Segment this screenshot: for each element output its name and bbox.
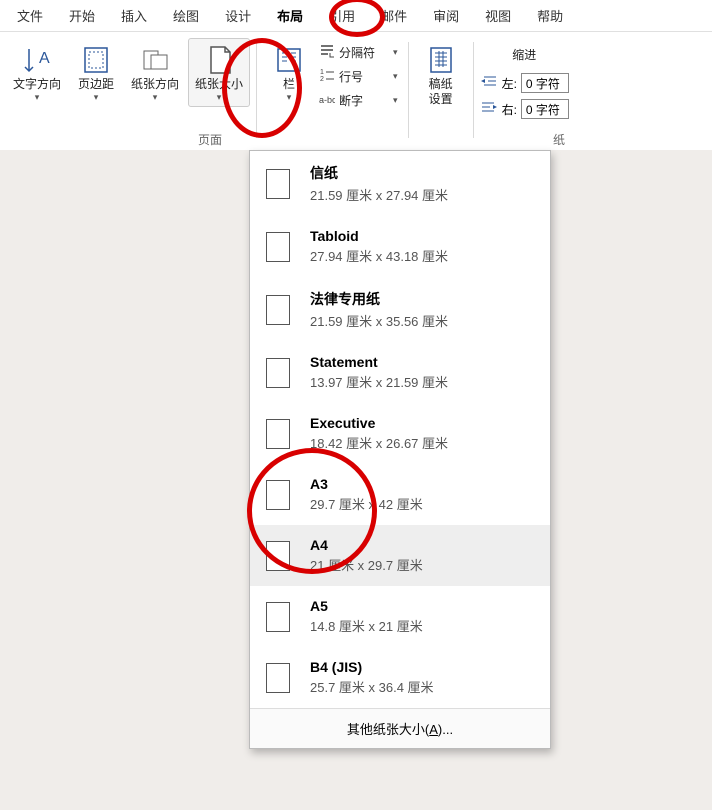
manuscript-button[interactable]: 稿纸 设置 <box>415 38 467 110</box>
paper-size-option[interactable]: A5 14.8 厘米 x 21 厘米 <box>250 586 550 647</box>
svg-text:2: 2 <box>320 76 324 83</box>
paper-size-option[interactable]: 法律专用纸 21.59 厘米 x 35.56 厘米 <box>250 277 550 342</box>
paper-size-name: A4 <box>310 537 423 553</box>
ribbon-group-label-paper: 纸 <box>553 131 565 148</box>
paper-size-option[interactable]: A3 29.7 厘米 x 42 厘米 <box>250 464 550 525</box>
chevron-down-icon: ▾ <box>217 92 222 104</box>
ribbon-group-label-page-setup: 页面 <box>198 131 222 148</box>
paper-size-name: 法律专用纸 <box>310 289 448 309</box>
orientation-icon <box>140 43 170 77</box>
svg-text:A: A <box>39 50 50 67</box>
indent-left-label: 左: <box>502 75 517 92</box>
paper-size-list[interactable]: 信纸 21.59 厘米 x 27.94 厘米 Tabloid 27.94 厘米 x 4… <box>250 151 550 708</box>
svg-text:a-: a- <box>319 95 327 105</box>
page-icon <box>266 295 290 325</box>
menu-item-home[interactable]: 开始 <box>56 0 108 31</box>
chevron-down-icon: ▾ <box>35 92 40 104</box>
ribbon-layout: A 文字方向 ▾ 页边距 ▾ 纸张方向 ▾ <box>0 32 712 150</box>
indent-right-icon <box>480 101 498 118</box>
paper-size-name: A3 <box>310 476 423 492</box>
breaks-button[interactable]: 分隔符 ▾ <box>315 40 402 64</box>
svg-text:1: 1 <box>320 69 324 76</box>
page-icon <box>266 480 290 510</box>
indent-left-icon <box>480 75 498 92</box>
ribbon-separator <box>256 42 257 138</box>
chevron-down-icon: ▾ <box>393 95 398 106</box>
chevron-down-icon: ▾ <box>94 92 99 104</box>
paper-size-dims: 21.59 厘米 x 27.94 厘米 <box>310 185 448 204</box>
ribbon-separator <box>408 42 409 138</box>
menu-item-review[interactable]: 审阅 <box>420 0 472 31</box>
page-icon <box>266 358 290 388</box>
paper-size-icon <box>204 43 234 77</box>
page-icon <box>266 419 290 449</box>
paper-size-dims: 21.59 厘米 x 35.56 厘米 <box>310 311 448 330</box>
indent-right-label: 右: <box>502 101 517 118</box>
margins-button[interactable]: 页边距 ▾ <box>70 38 122 107</box>
page-icon <box>266 232 290 262</box>
paper-size-option[interactable]: Tabloid 27.94 厘米 x 43.18 厘米 <box>250 216 550 277</box>
breaks-icon <box>319 43 335 62</box>
chevron-down-icon: ▾ <box>153 92 158 104</box>
paper-size-dims: 18.42 厘米 x 26.67 厘米 <box>310 433 448 452</box>
indent-left-input[interactable] <box>521 73 569 93</box>
orientation-button[interactable]: 纸张方向 ▾ <box>124 38 186 107</box>
hyphenation-button[interactable]: a-bc 断字 ▾ <box>315 88 402 112</box>
text-direction-icon: A <box>21 43 53 77</box>
menu-bar: 文件 开始 插入 绘图 设计 布局 引用 邮件 审阅 视图 帮助 <box>0 0 712 32</box>
menu-item-view[interactable]: 视图 <box>472 0 524 31</box>
svg-text:bc: bc <box>327 95 335 105</box>
chevron-down-icon: ▾ <box>393 71 398 82</box>
menu-item-mailings[interactable]: 邮件 <box>368 0 420 31</box>
text-direction-button[interactable]: A 文字方向 ▾ <box>6 38 68 107</box>
page-icon <box>266 169 290 199</box>
paper-size-option[interactable]: A4 21 厘米 x 29.7 厘米 <box>250 525 550 586</box>
chevron-down-icon: ▾ <box>287 92 292 104</box>
page-icon <box>266 663 290 693</box>
menu-item-file[interactable]: 文件 <box>4 0 56 31</box>
more-paper-sizes-label: 其他纸张大小( <box>347 722 429 737</box>
line-numbers-button[interactable]: 12 行号 ▾ <box>315 64 402 88</box>
paper-size-name: 信纸 <box>310 163 448 183</box>
paper-size-name: A5 <box>310 598 423 614</box>
paper-size-dims: 21 厘米 x 29.7 厘米 <box>310 555 423 574</box>
indent-right-input[interactable] <box>521 99 569 119</box>
paper-size-dims: 29.7 厘米 x 42 厘米 <box>310 494 423 513</box>
paper-size-dims: 14.8 厘米 x 21 厘米 <box>310 616 423 635</box>
page-icon <box>266 602 290 632</box>
menu-item-design[interactable]: 设计 <box>212 0 264 31</box>
indent-header: 缩进 <box>480 46 569 67</box>
paper-size-dims: 25.7 厘米 x 36.4 厘米 <box>310 677 434 696</box>
paper-size-name: Executive <box>310 415 448 431</box>
paper-size-name: Statement <box>310 354 448 370</box>
indent-group: 缩进 左: 右: <box>480 38 569 119</box>
paper-size-option[interactable]: Executive 18.42 厘米 x 26.67 厘米 <box>250 403 550 464</box>
more-paper-sizes-item[interactable]: 其他纸张大小(A)... <box>250 708 550 748</box>
line-numbers-icon: 12 <box>319 67 335 86</box>
margins-icon <box>81 43 111 77</box>
chevron-down-icon: ▾ <box>393 47 398 58</box>
paper-size-option[interactable]: 信纸 21.59 厘米 x 27.94 厘米 <box>250 151 550 216</box>
paper-size-dims: 27.94 厘米 x 43.18 厘米 <box>310 246 448 265</box>
paper-size-option[interactable]: Statement 13.97 厘米 x 21.59 厘米 <box>250 342 550 403</box>
paper-size-button[interactable]: 纸张大小 ▾ <box>188 38 250 107</box>
paper-size-name: Tabloid <box>310 228 448 244</box>
columns-icon <box>275 43 303 77</box>
paper-size-option[interactable]: B4 (JIS) 25.7 厘米 x 36.4 厘米 <box>250 647 550 708</box>
paper-size-dims: 13.97 厘米 x 21.59 厘米 <box>310 372 448 391</box>
paper-size-name: B4 (JIS) <box>310 659 434 675</box>
page-icon <box>266 541 290 571</box>
columns-button[interactable]: 栏 ▾ <box>263 38 315 107</box>
menu-item-layout[interactable]: 布局 <box>264 0 316 31</box>
ribbon-separator <box>473 42 474 138</box>
menu-item-insert[interactable]: 插入 <box>108 0 160 31</box>
menu-item-draw[interactable]: 绘图 <box>160 0 212 31</box>
hyphenation-icon: a-bc <box>319 91 335 110</box>
manuscript-icon <box>427 43 455 77</box>
menu-item-help[interactable]: 帮助 <box>524 0 576 31</box>
paper-size-dropdown: 信纸 21.59 厘米 x 27.94 厘米 Tabloid 27.94 厘米 x 4… <box>249 150 551 749</box>
menu-item-references[interactable]: 引用 <box>316 0 368 31</box>
